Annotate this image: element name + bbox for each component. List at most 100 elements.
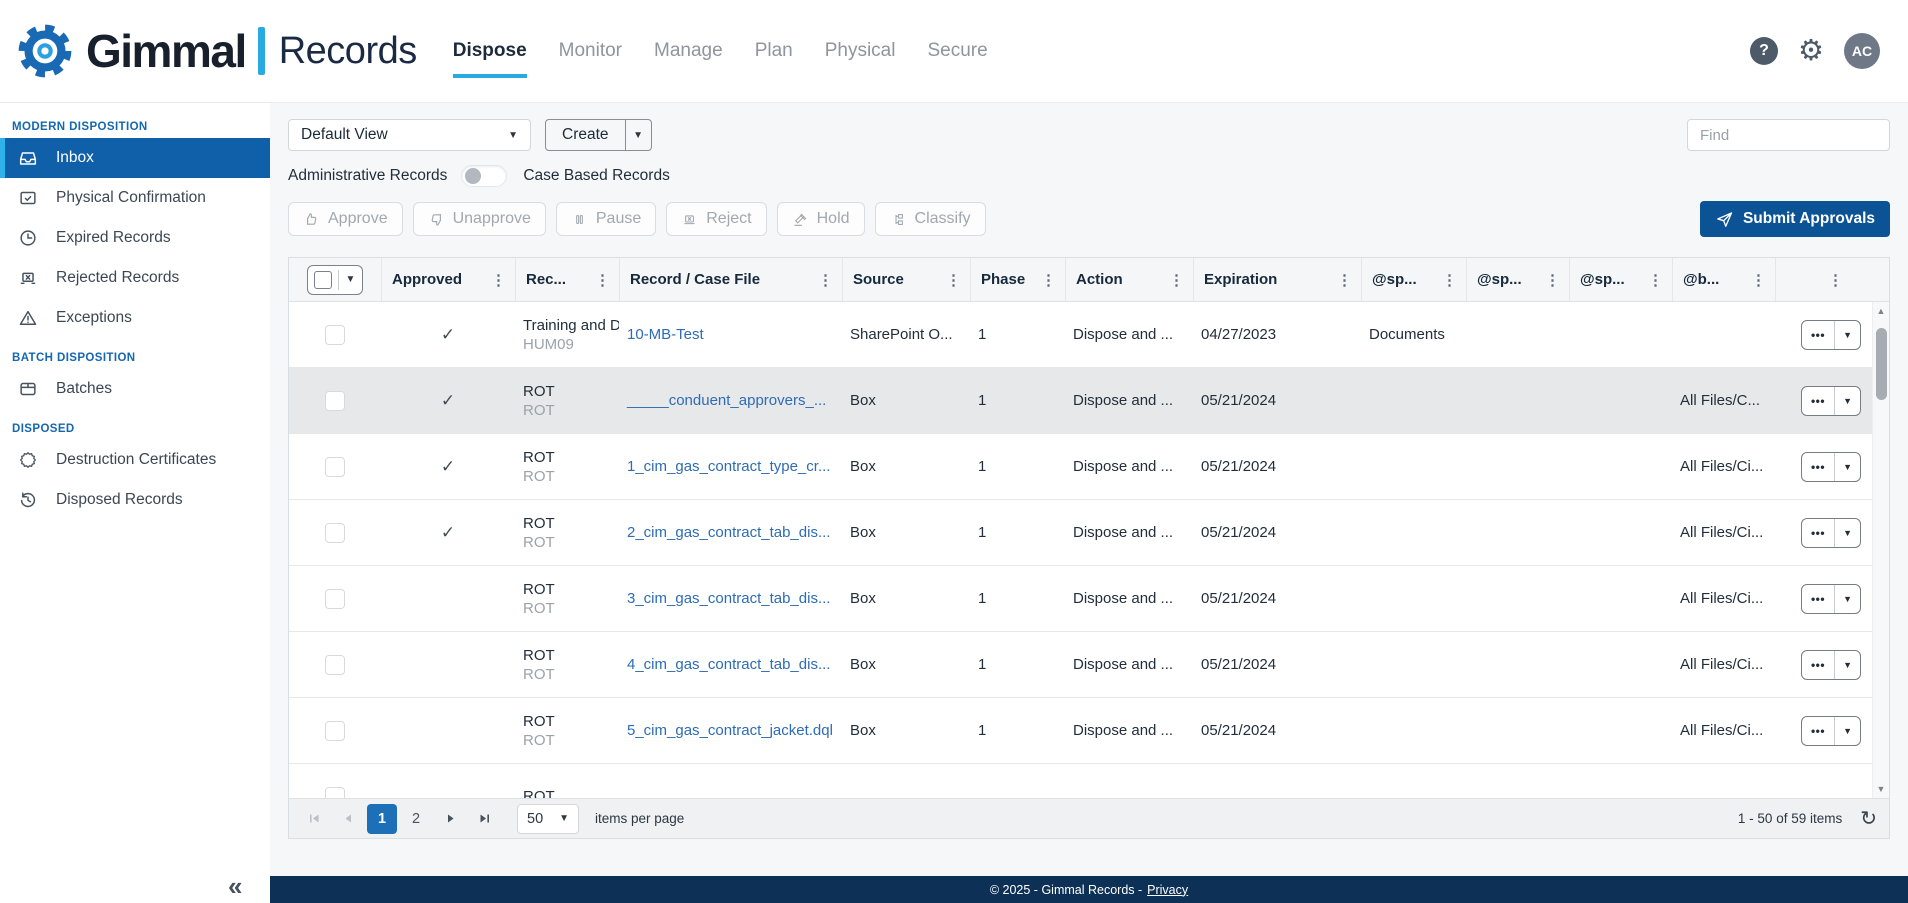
pause-button[interactable]: Pause xyxy=(556,202,656,236)
column-menu-icon[interactable]: ⋮ xyxy=(486,271,511,289)
ellipsis-icon[interactable]: ••• xyxy=(1802,453,1834,481)
record-link[interactable]: 2_cim_gas_contract_tab_dis... xyxy=(627,524,830,541)
reject-button[interactable]: Reject xyxy=(666,202,766,236)
row-checkbox[interactable] xyxy=(325,589,345,609)
record-link[interactable]: 4_cim_gas_contract_tab_dis... xyxy=(627,656,830,673)
row-checkbox[interactable] xyxy=(325,325,345,345)
column-menu-icon[interactable]: ⋮ xyxy=(1540,271,1565,289)
row-checkbox[interactable] xyxy=(325,523,345,543)
first-page-button[interactable] xyxy=(299,804,329,834)
row-checkbox[interactable] xyxy=(325,721,345,741)
vertical-scrollbar[interactable]: ▲ ▼ xyxy=(1872,302,1889,798)
row-checkbox[interactable] xyxy=(325,457,345,477)
sidebar-item-disposed-records[interactable]: Disposed Records xyxy=(0,480,270,520)
tab-monitor[interactable]: Monitor xyxy=(559,40,622,62)
row-actions-split-button[interactable]: •••▼ xyxy=(1801,452,1861,482)
column-menu-icon[interactable]: ⋮ xyxy=(1036,271,1061,289)
next-page-button[interactable] xyxy=(435,804,465,834)
row-checkbox[interactable] xyxy=(325,655,345,675)
chevron-down-icon[interactable]: ▼ xyxy=(1835,519,1860,547)
ellipsis-icon[interactable]: ••• xyxy=(1802,519,1834,547)
table-row[interactable]: ✓ Training and DHUM09 10-MB-Test SharePo… xyxy=(289,302,1889,368)
previous-page-button[interactable] xyxy=(333,804,363,834)
tab-manage[interactable]: Manage xyxy=(654,40,723,62)
ellipsis-icon[interactable]: ••• xyxy=(1802,321,1834,349)
sidebar-item-physical-confirmation[interactable]: Physical Confirmation xyxy=(0,178,270,218)
record-link[interactable]: 3_cim_gas_contract_tab_dis... xyxy=(627,590,830,607)
column-menu-icon[interactable]: ⋮ xyxy=(1823,271,1848,289)
column-menu-icon[interactable]: ⋮ xyxy=(1164,271,1189,289)
admin-records-toggle[interactable] xyxy=(461,165,507,187)
unapprove-button[interactable]: Unapprove xyxy=(413,202,546,236)
column-menu-icon[interactable]: ⋮ xyxy=(941,271,966,289)
scroll-down-icon[interactable]: ▼ xyxy=(1873,780,1889,798)
chevron-down-icon[interactable]: ▼ xyxy=(1835,717,1860,745)
ellipsis-icon[interactable]: ••• xyxy=(1802,585,1834,613)
table-row-selected[interactable]: ✓ ROTROT _____conduent_approvers_... Box… xyxy=(289,368,1889,434)
table-row[interactable]: ROTROT 5_cim_gas_contract_jacket.dql Box… xyxy=(289,698,1889,764)
row-checkbox[interactable] xyxy=(325,787,345,799)
chevron-down-icon[interactable]: ▼ xyxy=(1835,651,1860,679)
help-icon[interactable]: ? xyxy=(1750,37,1778,65)
create-dropdown-button[interactable]: ▼ xyxy=(625,120,651,150)
chevron-down-icon[interactable]: ▼ xyxy=(1835,585,1860,613)
sidebar-collapse-button[interactable]: « xyxy=(228,873,242,899)
sidebar-item-rejected-records[interactable]: Rejected Records xyxy=(0,258,270,298)
sidebar-item-destruction-certificates[interactable]: Destruction Certificates xyxy=(0,440,270,480)
table-row[interactable]: ✓ ROTROT 2_cim_gas_contract_tab_dis... B… xyxy=(289,500,1889,566)
avatar[interactable]: AC xyxy=(1844,33,1880,69)
approve-button[interactable]: Approve xyxy=(288,202,403,236)
classify-button[interactable]: Classify xyxy=(875,202,986,236)
scroll-up-icon[interactable]: ▲ xyxy=(1873,302,1889,320)
row-checkbox[interactable] xyxy=(325,391,345,411)
view-select[interactable]: Default View ▼ xyxy=(288,119,531,151)
ellipsis-icon[interactable]: ••• xyxy=(1802,387,1834,415)
sidebar-item-batches[interactable]: Batches xyxy=(0,369,270,409)
hold-button[interactable]: Hold xyxy=(777,202,865,236)
chevron-down-icon[interactable]: ▼ xyxy=(1835,453,1860,481)
table-row-partial[interactable]: ROT xyxy=(289,764,1889,798)
page-size-select[interactable]: 50 ▼ xyxy=(517,804,579,834)
refresh-icon[interactable]: ↻ xyxy=(1860,809,1877,829)
row-actions-split-button[interactable]: •••▼ xyxy=(1801,650,1861,680)
last-page-button[interactable] xyxy=(469,804,499,834)
record-link[interactable]: _____conduent_approvers_... xyxy=(627,392,826,409)
find-input[interactable] xyxy=(1687,119,1890,151)
page-1-button[interactable]: 1 xyxy=(367,804,397,834)
sidebar-item-inbox[interactable]: Inbox xyxy=(0,138,270,178)
select-all-checkbox[interactable]: ▼ xyxy=(307,265,364,295)
record-link[interactable]: 5_cim_gas_contract_jacket.dql xyxy=(627,722,833,739)
tab-plan[interactable]: Plan xyxy=(755,40,793,62)
tab-physical[interactable]: Physical xyxy=(825,40,896,62)
column-menu-icon[interactable]: ⋮ xyxy=(1643,271,1668,289)
chevron-down-icon[interactable]: ▼ xyxy=(1835,321,1860,349)
sidebar-item-expired-records[interactable]: Expired Records xyxy=(0,218,270,258)
column-menu-icon[interactable]: ⋮ xyxy=(1746,271,1771,289)
table-row[interactable]: ROTROT 3_cim_gas_contract_tab_dis... Box… xyxy=(289,566,1889,632)
sidebar-item-exceptions[interactable]: Exceptions xyxy=(0,298,270,338)
tab-dispose[interactable]: Dispose xyxy=(453,40,527,62)
column-menu-icon[interactable]: ⋮ xyxy=(1332,271,1357,289)
row-actions-split-button[interactable]: •••▼ xyxy=(1801,518,1861,548)
row-actions-split-button[interactable]: •••▼ xyxy=(1801,716,1861,746)
row-actions-split-button[interactable]: •••▼ xyxy=(1801,584,1861,614)
column-menu-icon[interactable]: ⋮ xyxy=(590,271,615,289)
ellipsis-icon[interactable]: ••• xyxy=(1802,651,1834,679)
tab-secure[interactable]: Secure xyxy=(927,40,987,62)
table-row[interactable]: ✓ ROTROT 1_cim_gas_contract_type_cr... B… xyxy=(289,434,1889,500)
row-actions-split-button[interactable]: •••▼ xyxy=(1801,320,1861,350)
scrollbar-thumb[interactable] xyxy=(1876,328,1887,400)
record-link[interactable]: 10-MB-Test xyxy=(627,326,704,343)
create-button[interactable]: Create xyxy=(546,120,625,150)
page-2-button[interactable]: 2 xyxy=(401,804,431,834)
chevron-down-icon[interactable]: ▼ xyxy=(1835,387,1860,415)
privacy-link[interactable]: Privacy xyxy=(1147,883,1188,897)
row-actions-split-button[interactable]: •••▼ xyxy=(1801,386,1861,416)
table-row[interactable]: ROTROT 4_cim_gas_contract_tab_dis... Box… xyxy=(289,632,1889,698)
submit-approvals-button[interactable]: Submit Approvals xyxy=(1700,201,1890,237)
record-link[interactable]: 1_cim_gas_contract_type_cr... xyxy=(627,458,830,475)
gear-icon[interactable]: ⚙ xyxy=(1798,37,1824,66)
column-menu-icon[interactable]: ⋮ xyxy=(813,271,838,289)
ellipsis-icon[interactable]: ••• xyxy=(1802,717,1834,745)
column-menu-icon[interactable]: ⋮ xyxy=(1437,271,1462,289)
